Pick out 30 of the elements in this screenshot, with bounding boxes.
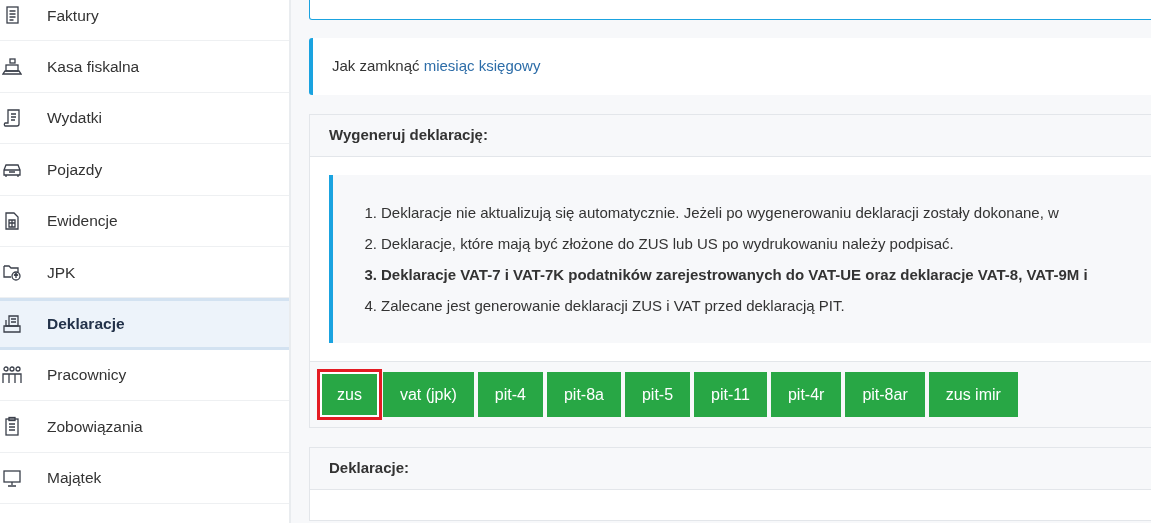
sidebar-item[interactable]: Zobowiązania [0, 401, 289, 453]
folder-upload-icon [2, 262, 22, 283]
sidebar-item[interactable]: Pracownicy [0, 349, 289, 402]
note-text: Zalecane jest generowanie deklaracji ZUS i VAT przed deklaracją PIT. [381, 296, 845, 316]
note-text: Deklaracje, które mają być złożone do ZUS lub US po wydrukowaniu należy podpisać. [381, 234, 954, 254]
note-number: 1. [363, 203, 377, 223]
sidebar-item[interactable]: Pojazdy [0, 144, 289, 196]
note-text: Deklaracje VAT-7 i VAT-7K podatników zarejestrowanych do VAT-UE oraz deklaracje VAT-8, VAT-9M i [381, 265, 1088, 285]
note-text: Deklaracje nie aktualizują się automatycznie. Jeżeli po wygenerowaniu deklaracji zostały dokonane, w [381, 203, 1059, 223]
note-number: 3. [363, 265, 377, 285]
people-icon [2, 364, 22, 385]
clipboard-icon [2, 416, 22, 437]
help-link[interactable]: miesiąc księgowy [423, 57, 541, 75]
panel-title: Deklaracje: [329, 458, 410, 479]
sidebar-item[interactable]: Majątek [0, 452, 289, 504]
note-number: 4. [363, 296, 377, 316]
monitor-icon [2, 467, 22, 488]
sidebar-item[interactable]: Faktury [0, 0, 289, 42]
spreadsheet-icon [2, 210, 22, 231]
sidebar-item[interactable]: Ewidencje [0, 195, 289, 247]
panel-title: Wygeneruj deklarację: [329, 125, 488, 146]
cash-register-icon [2, 56, 22, 77]
sidebar-item[interactable]: Deklaracje [0, 298, 289, 350]
scroll-icon [2, 107, 22, 128]
sidebar-item[interactable]: Kasa fiskalna [0, 41, 289, 93]
note-number: 2. [363, 234, 377, 254]
text-field[interactable] [309, 0, 1151, 20]
info-text: Jak zamknąć miesiąc księgowy [332, 56, 541, 77]
sidebar-item[interactable]: Wydatki [0, 92, 289, 145]
document-tray-icon [2, 314, 22, 335]
